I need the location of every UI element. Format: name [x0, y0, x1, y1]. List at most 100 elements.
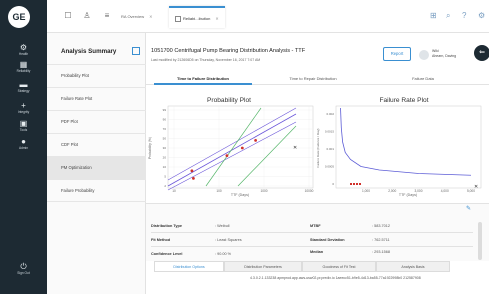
sidebar-toggle-button[interactable] [132, 47, 140, 55]
collapse-panel-button[interactable]: ⇐ [474, 45, 489, 61]
median-label: Median [310, 250, 324, 254]
fit-method-value: : Least Squares [215, 238, 242, 242]
x-tick-label: 1,000 [362, 189, 370, 193]
failure-rate-plot-ylabel: Failure Rate (Failures / Day) [316, 129, 320, 168]
close-icon[interactable]: ✕ [215, 16, 218, 21]
confidence-level-label: Confidence Level [151, 252, 183, 256]
data-point [254, 139, 257, 142]
list-icon[interactable]: ≡ [102, 11, 112, 21]
tab-distribution-parameters[interactable]: Distribution Parameters [224, 261, 302, 272]
tab-label: Reliabi...ibution [183, 16, 211, 21]
tab-goodness-of-fit[interactable]: Goodness of Fit Test [302, 261, 376, 272]
rail-item-label: Health [18, 52, 29, 56]
y-tick-label: 5 [164, 175, 166, 179]
probability-plot-title: Probability Plot [207, 97, 251, 104]
tab-failure-data[interactable]: Failure Data [374, 72, 472, 85]
failure-rate-plot-xlabel: TTF (Days) [399, 193, 417, 197]
tab-time-to-failure[interactable]: Time to Failure Distribution [154, 72, 252, 85]
grid-icon: ▦ [19, 60, 28, 69]
rail-item-integrity[interactable]: + Integrity [0, 101, 47, 115]
avatar[interactable] [419, 50, 429, 60]
details-scrollbar[interactable] [478, 222, 482, 260]
analysis-sidebar: Analysis Summary Probability Plot Failur… [47, 33, 146, 294]
data-point [225, 154, 229, 157]
user-name: Wiki Ahearn, Daving [432, 49, 456, 59]
y-tick-label: 50 [163, 137, 167, 141]
plus-icon: + [21, 101, 26, 110]
rail-item-admin[interactable]: ● Admin [0, 137, 47, 151]
power-icon: ⏻ [20, 262, 27, 271]
app-root: GE ⚙ Health ▦ Reliability ▬ Strategy + I… [0, 0, 489, 294]
mtbf-label: MTBF [310, 224, 321, 228]
sidebar-item-cdf-plot[interactable]: CDF Plot [47, 133, 146, 156]
failure-rate-plot-title: Failure Rate Plot [379, 97, 428, 104]
hierarchy-icon[interactable]: ♙ [82, 11, 92, 21]
tab-reliability-distribution[interactable]: Reliabi...ibution ✕ [169, 6, 225, 28]
failure-mark [359, 183, 361, 185]
rail-item-label: Tools [19, 128, 28, 132]
distribution-type-label: Distribution Type [151, 224, 182, 228]
tab-time-to-repair[interactable]: Time to Repair Distribution [264, 72, 362, 85]
nav-rail: GE ⚙ Health ▦ Reliability ▬ Strategy + I… [0, 0, 47, 294]
excluded-point-x: ✕ [474, 184, 478, 190]
help-icon[interactable]: ? [462, 11, 466, 20]
data-point [240, 146, 244, 150]
x-tick-label: 2,000 [388, 189, 396, 193]
sidebar-item-failure-rate-plot[interactable]: Failure Rate Plot [47, 87, 146, 110]
gear-icon: ⚙ [19, 43, 28, 52]
signout-button[interactable]: ⏻ Sign Out [0, 262, 47, 276]
tab-label: RA Overview [121, 14, 145, 19]
bottom-tabs: Distribution Options Distribution Parame… [146, 261, 489, 272]
close-icon[interactable]: ✕ [149, 14, 152, 19]
sidebar-item-pdf-plot[interactable]: PDF Plot [47, 110, 146, 133]
rail-item-label: Strategy [17, 89, 30, 93]
y-tick-label: 70 [163, 127, 167, 131]
std-dev-value: : 762.5711 [372, 238, 390, 242]
rail-item-tools[interactable]: ▣ Tools [0, 119, 47, 133]
menu-icon[interactable]: ☐ [63, 11, 73, 21]
sidebar-item-failure-probability[interactable]: Failure Probability [47, 179, 146, 202]
checkbox-icon [175, 15, 181, 22]
y-tick-label: 20 [163, 156, 167, 160]
std-dev-label: Standard Deviation [310, 238, 345, 242]
y-tick-label: 0.0015 [325, 130, 335, 134]
x-tick-label: 10 [172, 189, 176, 193]
tab-ra-overview[interactable]: RA Overview ✕ [115, 6, 158, 28]
row-divider [151, 246, 473, 247]
confidence-level-value: : 90.00 % [215, 252, 232, 256]
failure-rate-plot-x-ticks: 1,000 2,000 3,000 4,000 5,000 [362, 189, 475, 193]
sidebar-item-pm-optimization[interactable]: PM Optimization [47, 156, 146, 179]
rail-item-strategy[interactable]: ▬ Strategy [0, 80, 47, 94]
probability-plot-xlabel: TTF (Days) [231, 193, 249, 197]
tab-distribution-options[interactable]: Distribution Options [154, 261, 224, 272]
rail-item-reliability[interactable]: ▦ Reliability [0, 60, 47, 74]
signout-label: Sign Out [17, 271, 30, 275]
bookmark-icon[interactable]: ⊞ [430, 11, 437, 20]
y-tick-label: 30 [163, 146, 167, 150]
probability-plot-frame [167, 105, 314, 189]
rail-item-label: Reliability [16, 69, 31, 73]
probability-plot-y-ticks: 99 90 70 50 30 20 10 5 2 [163, 108, 167, 188]
x-tick-label: 10000 [305, 189, 314, 193]
report-button[interactable]: Report [383, 47, 411, 61]
mtbf-value: : 583.7012 [372, 224, 390, 228]
x-tick-label: 3,000 [415, 189, 423, 193]
x-tick-label: 4,000 [441, 189, 449, 193]
search-icon[interactable]: ⌕ [446, 11, 450, 21]
charts-panel: Probability Plot Probability (%) TTF (Da… [146, 86, 489, 198]
ge-logo[interactable]: GE [8, 6, 30, 28]
sidebar-item-probability-plot[interactable]: Probability Plot [47, 64, 146, 87]
rail-item-label: Integrity [17, 110, 30, 114]
failure-rate-plot-frame [335, 105, 482, 189]
row-divider [151, 232, 473, 233]
probability-plot-ylabel: Probability (%) [148, 137, 152, 159]
distribution-tabs: Time to Failure Distribution Time to Rep… [146, 72, 489, 85]
settings-icon[interactable]: ⚙ [478, 11, 485, 20]
top-toolbar: ☐ ♙ ≡ RA Overview ✕ Reliabi...ibution ✕ ⊞ … [47, 0, 489, 33]
edit-icon[interactable]: ✎ [466, 205, 471, 212]
y-tick-label: 0.001 [326, 147, 334, 151]
person-icon: ● [21, 137, 26, 146]
tab-analysis-basis[interactable]: Analysis Basis [376, 261, 450, 272]
distribution-type-value: : Weibull [215, 224, 230, 228]
rail-item-health[interactable]: ⚙ Health [0, 43, 47, 57]
